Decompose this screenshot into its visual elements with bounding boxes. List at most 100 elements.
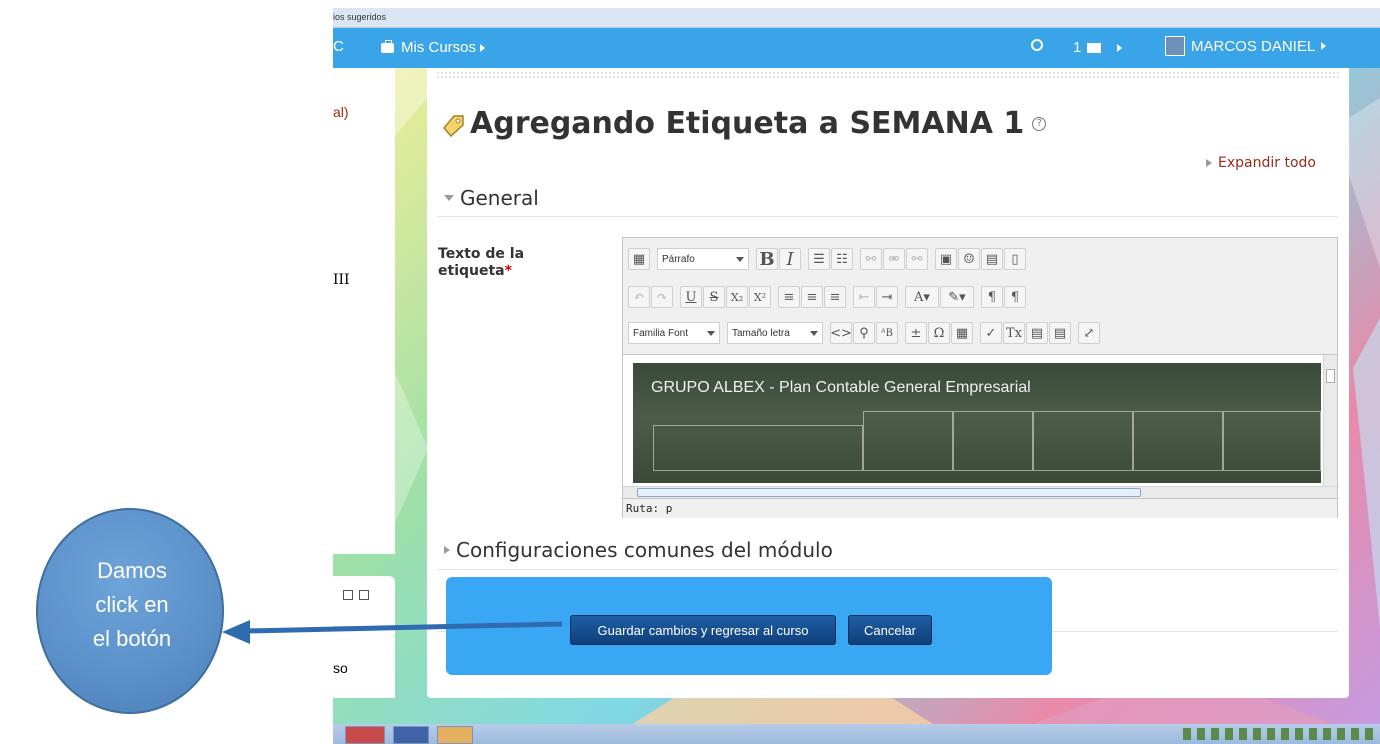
required-marker: * [504,263,512,279]
divider [437,216,1338,217]
save-return-button[interactable]: Guardar cambios y regresar al curso [570,615,836,645]
toolbar-row-2: ↶ ↷ U S X₂ X² ≡ ≡ ≡ ⇤ ⇥ A▾ ✎▾ ¶ ¶ [628,284,1030,310]
redo-icon[interactable]: ↷ [651,286,673,308]
image-icon[interactable]: ▣ [935,248,957,270]
chalkboard-cell [863,411,953,471]
caret-right-icon [1321,42,1327,50]
align-right-icon[interactable]: ≡ [824,286,846,308]
collapse-icon[interactable] [343,590,353,600]
link-icon[interactable]: ⚯ [860,248,882,270]
font-family-value: Familia Font [633,327,689,339]
callout-bubble: Damos click en el botón [36,508,224,714]
caret-right-icon [1117,43,1123,52]
page-title-text: Agregando Etiqueta a SEMANA 1 [470,106,1025,141]
section-common-settings-header[interactable]: Configuraciones comunes del módulo [444,538,833,562]
underline-icon[interactable]: U [680,286,702,308]
cleanup-icon[interactable]: ✓ [980,322,1002,344]
divider [437,569,1338,570]
triangle-right-icon [1206,159,1212,167]
user-menu[interactable]: MARCOS DANIEL [1165,36,1327,56]
section-general-label: General [460,186,539,210]
site-brand[interactable]: C [333,38,344,55]
sidebar-link-fragment[interactable]: al) [333,104,349,120]
rich-text-editor: ▦ Párrafo B I ☰ ☷ ⚯ ⚮ ⚯ ▣ ☺ ▤ ▯ ↶ ↷ U S … [622,237,1338,518]
table-icon[interactable]: ▦ [951,322,973,344]
paragraph-format-select[interactable]: Párrafo [657,248,749,270]
outdent-icon[interactable]: ⇤ [853,286,875,308]
paste-word-icon[interactable]: ▤ [1049,322,1071,344]
messages-menu[interactable]: 1 [1073,39,1123,56]
user-name: MARCOS DANIEL [1191,37,1316,55]
anchor-icon[interactable]: ⚯ [906,248,928,270]
superscript-icon[interactable]: X² [749,286,771,308]
callout-text: Damos click en el botón [38,554,226,656]
help-icon[interactable]: ? [1032,116,1047,131]
special-char-icon[interactable]: Ω [928,322,950,344]
bold-icon[interactable]: B [756,248,778,270]
source-code-icon[interactable]: <> [830,322,852,344]
editor-content-area[interactable]: GRUPO ALBEX - Plan Contable General Empr… [623,354,1337,487]
paste-text-icon[interactable]: ▤ [1026,322,1048,344]
background-color-icon[interactable]: ✎▾ [940,286,974,308]
font-size-value: Tamaño letra [732,327,790,339]
callout-line-1: Damos [97,558,167,583]
emoticon-icon[interactable]: ☺ [958,248,980,270]
ltr-icon[interactable]: ¶ [981,286,1003,308]
scrollbar-thumb[interactable] [637,488,1141,497]
word-icon[interactable] [393,726,429,744]
field-label-line2: etiqueta [438,263,505,279]
system-tray-icons[interactable] [1183,728,1373,740]
find-icon[interactable]: ⚲ [853,322,875,344]
expand-all-link[interactable]: Expandir todo [1206,155,1316,171]
taskbar-app-icon[interactable] [345,726,385,744]
tag-icon [440,111,466,137]
italic-icon[interactable]: I [779,248,801,270]
divider [333,626,395,627]
numbered-list-icon[interactable]: ☷ [831,248,853,270]
section-general-header[interactable]: General [444,186,539,210]
caret-right-icon [480,43,486,52]
dock-icon[interactable] [359,590,369,600]
unlink-icon[interactable]: ⚮ [883,248,905,270]
sidebar-text-fragment: III [333,272,350,288]
undo-icon[interactable]: ↶ [628,286,650,308]
align-left-icon[interactable]: ≡ [778,286,800,308]
callout-line-2: click en [95,592,169,617]
my-courses-menu[interactable]: Mis Cursos [381,39,486,56]
chalkboard-cell [1133,411,1223,471]
messages-count: 1 [1073,39,1082,56]
bullet-list-icon[interactable]: ☰ [808,248,830,270]
briefcase-icon [381,39,394,53]
manage-files-icon[interactable]: ▯ [1004,248,1026,270]
page-title: Agregando Etiqueta a SEMANA 1 ? [440,106,1047,141]
embedded-video[interactable]: GRUPO ALBEX - Plan Contable General Empr… [633,363,1321,483]
clear-format-icon[interactable]: Tx [1003,322,1025,344]
cancel-button[interactable]: Cancelar [848,615,932,645]
media-icon[interactable]: ▤ [981,248,1003,270]
font-family-select[interactable]: Familia Font [628,322,720,344]
font-size-select[interactable]: Tamaño letra [727,322,823,344]
scrollbar-thumb[interactable] [1326,369,1335,383]
text-color-icon[interactable]: A▾ [905,286,939,308]
replace-icon[interactable]: ᴬB [876,322,898,344]
paragraph-format-value: Párrafo [662,253,695,265]
top-navbar: C Mis Cursos 1 MARCOS DANIEL [333,28,1380,68]
insert-icon[interactable]: ± [905,322,927,344]
left-sidebar-block: al) III [333,68,395,554]
notifications-area [1031,39,1043,51]
taskbar-app-icon[interactable] [437,726,473,744]
toolbar-toggle-icon[interactable]: ▦ [628,248,650,270]
indent-icon[interactable]: ⇥ [876,286,898,308]
chalkboard-cell [1223,411,1321,471]
rtl-icon[interactable]: ¶ [1004,286,1026,308]
action-buttons-highlight: Guardar cambios y regresar al curso Canc… [446,577,1052,675]
clock-icon[interactable] [1031,39,1043,51]
strikethrough-icon[interactable]: S [703,286,725,308]
triangle-down-icon [444,195,454,201]
horizontal-scrollbar[interactable] [623,486,1337,498]
align-center-icon[interactable]: ≡ [801,286,823,308]
subscript-icon[interactable]: X₂ [726,286,748,308]
bookmark-suggested-sites[interactable]: ios sugeridos [333,12,386,22]
fullscreen-icon[interactable]: ⤢ [1078,322,1100,344]
vertical-scrollbar[interactable] [1323,355,1337,487]
